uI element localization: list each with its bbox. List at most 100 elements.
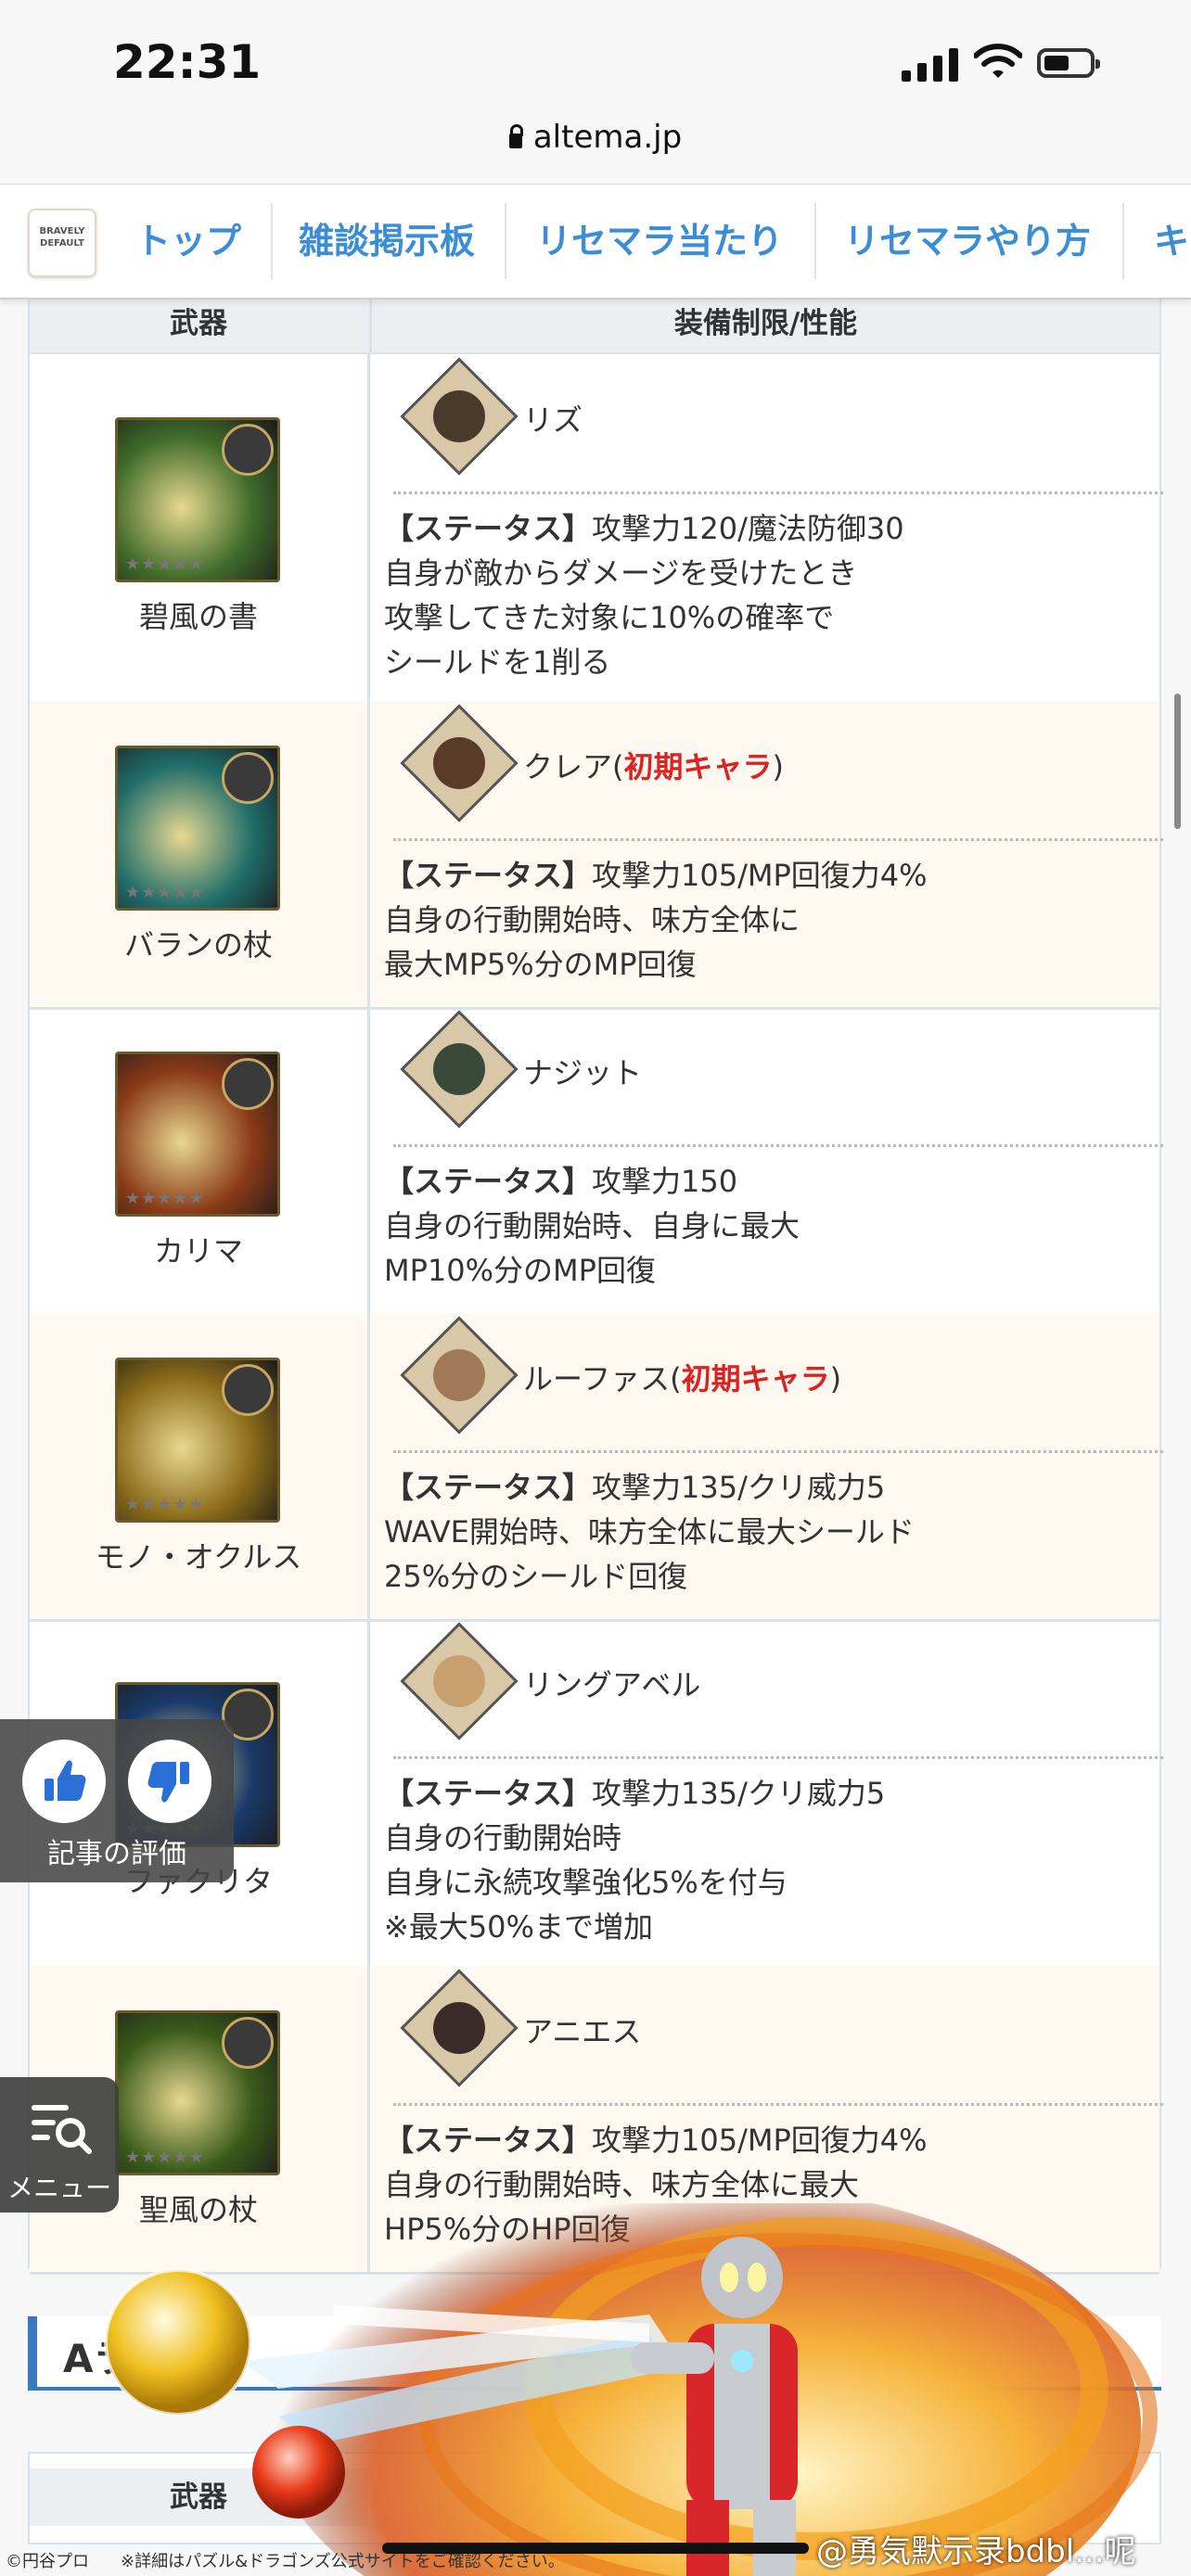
status-prefix: 【ステータス】 [384, 1164, 593, 1199]
nav-divider [271, 203, 273, 279]
column-divider [367, 1619, 370, 1966]
rarity-stars: ★★★★★ [125, 1495, 205, 1514]
weapon-name[interactable]: モノ・オクルス [30, 1534, 367, 1576]
wifi-icon [974, 44, 1022, 78]
table-row: ★★★★★ カリマ ナジット【ステータス】攻撃力150 自身の行動開始時、自身に最大 … [30, 1007, 1163, 1316]
header-equip-performance: 装備制限/性能 [369, 295, 1159, 352]
character-name[interactable]: クレア(初期キャラ) [523, 744, 784, 786]
character-icon[interactable] [400, 1316, 519, 1435]
menu-search-icon [32, 2105, 92, 2154]
menu-label: メニュー [6, 2173, 111, 2203]
weapon-name[interactable]: カリマ [30, 1228, 367, 1270]
nav-tab-reroll-ranking[interactable]: リセマラ当たり [536, 185, 783, 298]
url-text: altema.jp [532, 119, 683, 156]
lock-icon [508, 124, 523, 148]
status-values: 攻撃力105/MP回復力4% [592, 2123, 928, 2158]
rarity-stars: ★★★★★ [125, 883, 205, 902]
weapon-name[interactable]: バランの杖 [30, 922, 367, 964]
status-prefix: 【ステータス】 [384, 1776, 593, 1811]
weapon-name[interactable]: 碧風の書 [30, 593, 367, 636]
weapon-icon[interactable]: ★★★★★ [115, 746, 280, 911]
ad-illustration [104, 2203, 1158, 2576]
weapon-icon[interactable]: ★★★★★ [115, 1358, 280, 1523]
nav-tab-chat-board[interactable]: 雑談掲示板 [299, 185, 475, 298]
menu-button[interactable]: メニュー [0, 2077, 119, 2213]
character-icon[interactable] [400, 357, 519, 476]
character-name[interactable]: リズ [523, 397, 583, 440]
page-scrollbar[interactable] [1174, 694, 1181, 829]
character-face [433, 1349, 485, 1401]
thumbs-up-button[interactable] [22, 1740, 106, 1823]
table-row: ★★★★★ 碧風の書 リズ【ステータス】攻撃力120/魔法防御30 自身が敵からダメー… [30, 354, 1163, 704]
character-portrait [222, 1364, 274, 1416]
character-name[interactable]: ルーファス(初期キャラ) [523, 1356, 841, 1398]
dotted-separator [393, 1756, 1163, 1759]
rarity-stars: ★★★★★ [125, 555, 205, 574]
dotted-separator [393, 2103, 1163, 2106]
ad-banner[interactable] [0, 2203, 1191, 2576]
weapon-effect: 自身が敵からダメージを受けたとき 攻撃してきた対象に10%の確率で シールドを1… [384, 555, 858, 680]
character-face [433, 737, 485, 789]
character-face [433, 390, 485, 442]
site-logo[interactable]: BRAVELY DEFAULT [28, 209, 96, 277]
character-portrait [222, 2017, 274, 2069]
weapon-table: 武器 装備制限/性能 ★★★★★ 碧風の書 リズ 【ステータス】攻撃力120/魔法防御… [28, 293, 1163, 2275]
weapon-stats: 【ステータス】攻撃力150 自身の行動開始時、自身に最大 MP10%分のMP回復 [384, 1159, 1154, 1293]
weapon-effect: 自身の行動開始時 自身に永続攻撃強化5%を付与 ※最大50%まで増加 [384, 1820, 788, 1945]
weapon-icon[interactable]: ★★★★★ [115, 1052, 280, 1217]
header-weapon: 武器 [170, 307, 227, 340]
status-values: 攻撃力135/クリ威力5 [592, 1776, 886, 1811]
status-values: 攻撃力120/魔法防御30 [592, 511, 904, 546]
dotted-separator [393, 491, 1163, 494]
character-name-text: クレア( [523, 749, 624, 784]
status-time: 22:31 [113, 35, 262, 89]
weapon-icon[interactable]: ★★★★★ [115, 417, 280, 582]
rating-label: 記事の評価 [47, 1838, 186, 1870]
weapon-effect: 自身の行動開始時、味方全体に 最大MP5%分のMP回復 [384, 902, 800, 982]
character-name[interactable]: アニエス [523, 2009, 641, 2051]
character-portrait [222, 752, 274, 804]
character-name-text: ナジット [523, 1055, 643, 1090]
column-divider [367, 701, 370, 1007]
weapon-icon[interactable]: ★★★★★ [115, 2010, 280, 2175]
column-divider [367, 1007, 370, 1313]
status-prefix: 【ステータス】 [384, 2123, 593, 2158]
weapon-stats: 【ステータス】攻撃力105/MP回復力4% 自身の行動開始時、味方全体に 最大MP… [384, 853, 1154, 987]
article-rating-widget: 記事の評価 [0, 1719, 234, 1882]
column-divider [367, 354, 370, 701]
battery-icon [1037, 48, 1100, 78]
status-values: 攻撃力150 [592, 1164, 738, 1199]
dotted-separator [393, 838, 1163, 841]
character-icon[interactable] [400, 1010, 519, 1129]
character-face [433, 2002, 485, 2054]
close-paren: ) [829, 1361, 842, 1396]
url-bar[interactable]: altema.jp [0, 119, 1191, 156]
character-icon[interactable] [400, 704, 519, 823]
rarity-stars: ★★★★★ [125, 2148, 205, 2167]
character-name-text: リズ [523, 402, 583, 438]
status-prefix: 【ステータス】 [384, 511, 593, 546]
status-bar: 22:31 altema.jp [0, 0, 1191, 156]
character-portrait [222, 1058, 274, 1110]
nav-tab-top[interactable]: トップ [135, 185, 241, 298]
weapon-stats: 【ステータス】攻撃力120/魔法防御30 自身が敵からダメージを受けたとき 攻撃し… [384, 506, 1154, 684]
character-name[interactable]: リングアベル [523, 1662, 700, 1704]
nav-tab-more[interactable]: キ [1154, 185, 1189, 298]
site-nav: BRAVELY DEFAULT トップ 雑談掲示板 リセマラ当たり リセマラやり… [0, 184, 1191, 300]
character-name[interactable]: ナジット [523, 1050, 642, 1092]
close-paren: ) [772, 749, 784, 784]
thumbs-down-button[interactable] [128, 1740, 211, 1823]
nav-tab-reroll-guide[interactable]: リセマラやり方 [844, 185, 1091, 298]
nav-divider [814, 203, 816, 279]
cellular-signal-icon [902, 48, 958, 82]
status-prefix: 【ステータス】 [384, 858, 593, 893]
logo-text: BRAVELY DEFAULT [39, 226, 85, 249]
dotted-separator [393, 1450, 1163, 1453]
weapon-effect: 自身の行動開始時、自身に最大 MP10%分のMP回復 [384, 1208, 800, 1288]
character-icon[interactable] [400, 1622, 519, 1741]
status-prefix: 【ステータス】 [384, 1470, 593, 1505]
thumbs-up-icon [45, 1760, 86, 1801]
initial-character-tag: 初期キャラ [681, 1361, 830, 1396]
table-header: 武器 装備制限/性能 [30, 295, 1159, 354]
character-icon[interactable] [400, 1969, 519, 2087]
